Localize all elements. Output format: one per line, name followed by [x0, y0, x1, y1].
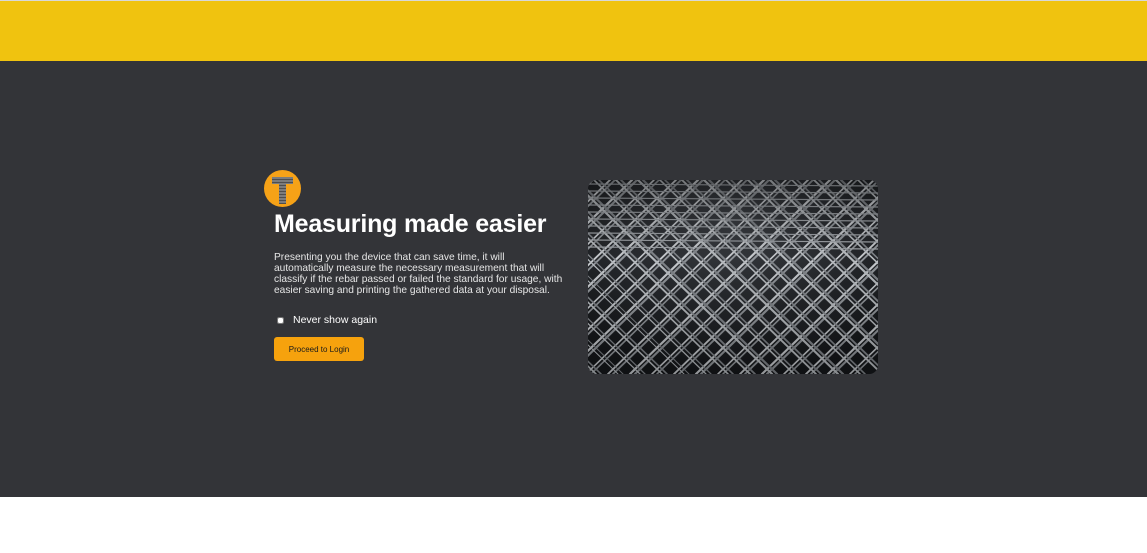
never-show-label[interactable]: Never show again — [293, 314, 377, 326]
never-show-row[interactable]: Never show again — [276, 313, 377, 327]
page-title: Measuring made easier — [274, 210, 547, 238]
main-content-area — [0, 61, 1147, 497]
proceed-to-login-button[interactable]: Proceed to Login — [274, 337, 364, 361]
intro-description: Presenting you the device that can save … — [274, 252, 563, 296]
top-divider — [0, 0, 1147, 1]
rebar-mesh-image — [588, 180, 878, 374]
never-show-checkbox[interactable] — [277, 316, 284, 324]
app-logo — [264, 170, 301, 207]
top-yellow-band — [0, 0, 1147, 61]
hero-image — [588, 180, 878, 374]
rebar-t-logo-icon — [272, 177, 293, 204]
